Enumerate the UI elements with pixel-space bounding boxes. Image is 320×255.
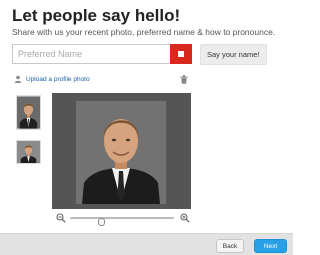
page-title: Let people say hello! [12, 6, 181, 25]
profile-photo-large [17, 96, 40, 129]
zoom-controls [54, 212, 190, 226]
zoom-slider[interactable] [70, 217, 174, 226]
back-button[interactable]: Back [216, 239, 244, 253]
profile-photo-preview [76, 101, 166, 204]
trash-icon[interactable] [180, 75, 188, 84]
upload-photo-link[interactable]: Upload a profile photo [14, 75, 90, 83]
zoom-slider-handle[interactable] [98, 218, 106, 226]
record-button[interactable] [170, 44, 192, 64]
profile-thumbnail-small[interactable] [16, 140, 41, 164]
footer-bar: Back Next [0, 233, 293, 255]
name-row: Say your name! [12, 43, 267, 65]
upload-photo-label: Upload a profile photo [26, 75, 90, 83]
zoom-in-icon[interactable] [180, 213, 190, 223]
next-button[interactable]: Next [254, 239, 287, 253]
say-your-name-button[interactable]: Say your name! [200, 43, 267, 65]
photo-crop-area[interactable] [52, 93, 191, 209]
stop-icon [178, 51, 184, 57]
profile-thumbnail-large[interactable] [16, 95, 41, 130]
profile-photo-small [17, 141, 40, 163]
page-subtitle: Share with us your recent photo, preferr… [12, 27, 276, 37]
upload-icon [14, 75, 22, 83]
preferred-name-input[interactable] [12, 44, 170, 64]
zoom-out-icon[interactable] [56, 213, 66, 223]
